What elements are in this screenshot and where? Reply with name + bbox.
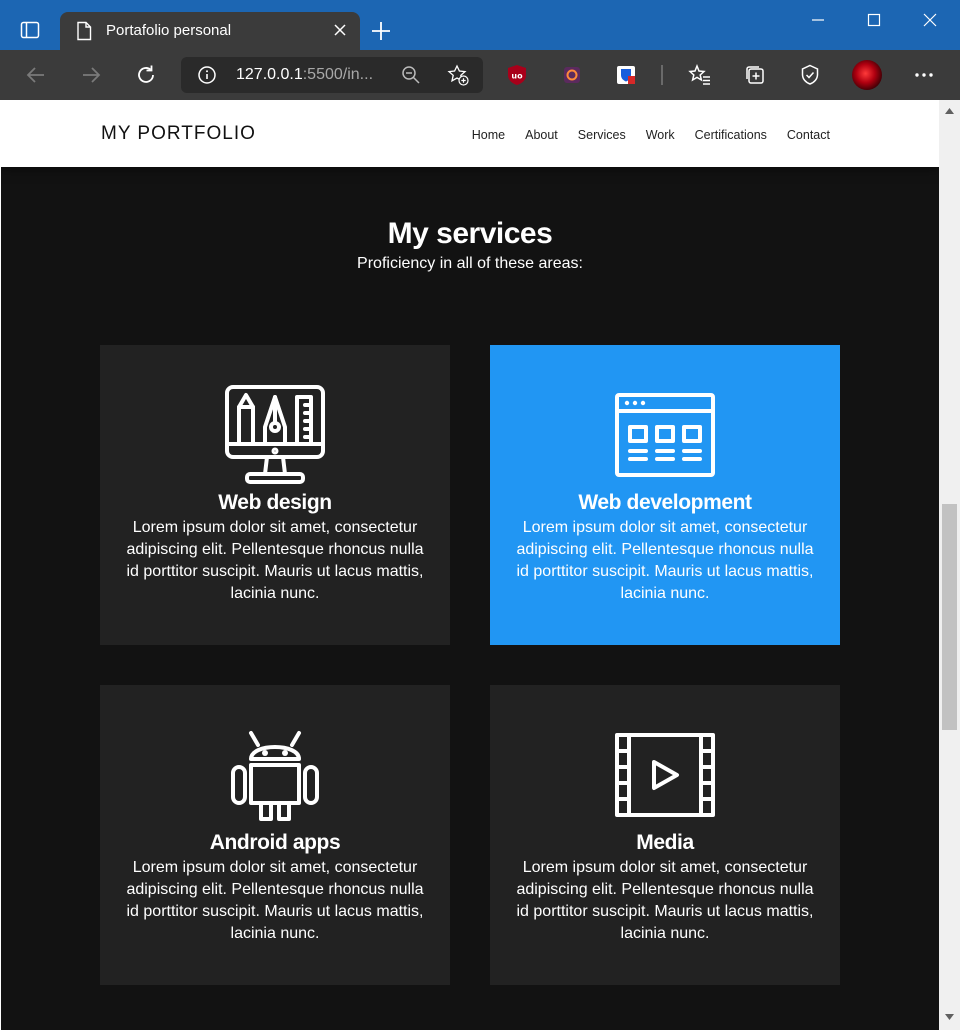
add-favorite-icon[interactable] [447,64,469,86]
zoom-out-icon[interactable] [401,65,421,85]
favorites-icon[interactable] [688,63,712,87]
maximize-icon [867,13,881,27]
close-icon [923,13,937,27]
document-icon [77,21,92,41]
service-card-android-apps[interactable]: Android apps Lorem ipsum dolor sit amet,… [100,685,450,985]
nav-work[interactable]: Work [646,128,675,142]
collections-icon[interactable] [743,63,767,87]
browser-toolbar: 127.0.0.1:5500/in... uo [0,50,960,100]
nav-services[interactable]: Services [578,128,626,142]
forward-icon[interactable] [79,63,103,87]
tab-actions-icon [20,21,40,39]
site-nav: Home About Services Work Certifications … [472,128,830,142]
url-host: 127.0.0.1 [236,66,303,83]
browser-window-icon [615,393,715,477]
nav-about[interactable]: About [525,128,558,142]
browser-tab[interactable]: Portafolio personal [60,12,360,50]
browser-titlebar: Portafolio personal [0,0,960,50]
close-window-button[interactable] [902,0,958,40]
page-viewport: MY PORTFOLIO Home About Services Work Ce… [1,100,939,1030]
site-brand[interactable]: MY PORTFOLIO [101,123,256,145]
site-info-icon[interactable] [197,65,217,85]
tab-title: Portafolio personal [106,22,232,39]
services-title: My services [387,217,553,250]
back-icon[interactable] [24,63,48,87]
card-title: Web development [578,491,752,514]
url-text: 127.0.0.1:5500/in... [236,66,373,84]
card-text: Lorem ipsum dolor sit amet, consectetur … [516,859,814,942]
browser-essentials-icon[interactable] [798,63,822,87]
new-tab-icon[interactable] [370,20,392,42]
card-text: Lorem ipsum dolor sit amet, consectetur … [516,519,814,602]
close-tab-icon[interactable] [334,24,346,36]
services-subtitle: Proficiency in all of these areas: [357,255,583,272]
scroll-up-icon[interactable] [945,108,954,114]
card-text: Lorem ipsum dolor sit amet, consectetur … [126,519,424,602]
card-title: Web design [218,491,332,514]
address-bar[interactable]: 127.0.0.1:5500/in... [181,57,483,93]
nav-contact[interactable]: Contact [787,128,830,142]
android-icon [231,731,319,821]
card-title: Media [636,831,694,854]
bitwarden-extension-icon[interactable] [615,64,637,86]
page-scrollbar[interactable] [939,100,960,1030]
nav-home[interactable]: Home [472,128,505,142]
card-text: Lorem ipsum dolor sit amet, consectetur … [126,859,424,942]
minimize-icon [812,19,824,21]
tab-actions-button[interactable] [10,14,52,48]
scroll-down-icon[interactable] [945,1014,954,1020]
profile-avatar[interactable] [852,60,882,90]
nav-certifications[interactable]: Certifications [695,128,767,142]
url-path: :5500/in... [302,66,374,83]
refresh-icon[interactable] [134,63,158,87]
more-menu-icon[interactable] [912,63,936,87]
minimize-button[interactable] [790,0,846,40]
toolbar-separator [661,65,663,85]
site-header: MY PORTFOLIO Home About Services Work Ce… [1,100,939,167]
scrollbar-thumb[interactable] [942,504,957,730]
card-title: Android apps [209,831,341,854]
svg-text:uo: uo [511,72,523,81]
service-card-media[interactable]: Media Lorem ipsum dolor sit amet, consec… [490,685,840,985]
film-play-icon [615,733,715,817]
service-card-web-development[interactable]: Web development Lorem ipsum dolor sit am… [490,345,840,645]
ublock-extension-icon[interactable]: uo [506,64,528,86]
maximize-button[interactable] [846,0,902,40]
service-card-web-design[interactable]: Web design Lorem ipsum dolor sit amet, c… [100,345,450,645]
extension-icon[interactable] [561,64,583,86]
monitor-design-icon [225,385,325,484]
services-section: My services Proficiency in all of these … [1,167,939,1030]
